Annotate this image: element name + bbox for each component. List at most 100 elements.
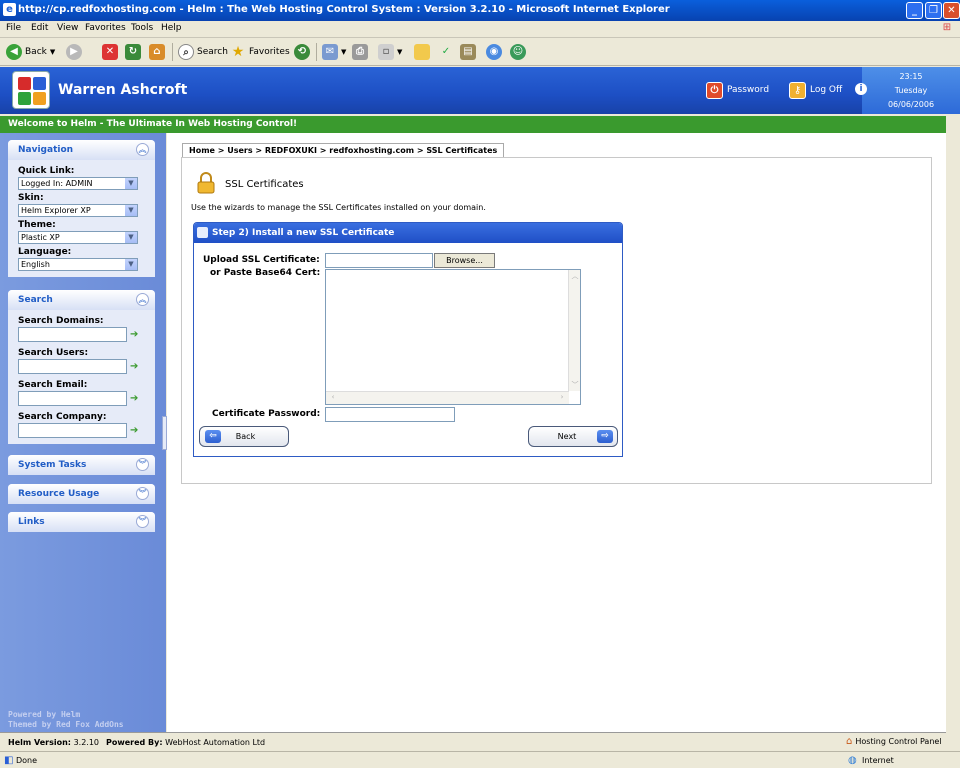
navigation-panel: Navigation ︽ Quick Link: Logged In: ADMI… bbox=[8, 140, 155, 277]
star-icon: ★ bbox=[231, 44, 245, 60]
ssl-wizard-panel: Step 2) Install a new SSL Certificate Up… bbox=[193, 222, 623, 457]
upload-cert-label: Upload SSL Certificate: bbox=[203, 255, 320, 265]
chevron-down-icon: ▼ bbox=[125, 259, 137, 270]
chevron-down-icon: ▼ bbox=[125, 205, 137, 216]
refresh-button[interactable]: ↻ bbox=[125, 43, 141, 61]
page-scrollbar[interactable] bbox=[946, 116, 960, 751]
favorites-button[interactable]: ★ Favorites bbox=[230, 43, 290, 61]
globe-icon: ◍ bbox=[848, 755, 857, 766]
people-icon: ☺ bbox=[510, 44, 526, 60]
language-label: Language: bbox=[18, 247, 72, 257]
app-header: Warren Ashcroft ⏻ Password ⚷ Log Off 23:… bbox=[0, 67, 960, 114]
info-icon[interactable]: i bbox=[855, 83, 867, 95]
wizard-icon bbox=[197, 227, 208, 238]
vertical-scrollbar[interactable]: ︿ ﹀ bbox=[568, 270, 580, 391]
go-arrow-icon[interactable]: ➔ bbox=[130, 329, 140, 340]
stop-button[interactable]: ✕ bbox=[102, 43, 118, 61]
menu-edit[interactable]: Edit bbox=[31, 23, 48, 33]
window-title: http://cp.redfoxhosting.com - Helm : The… bbox=[18, 4, 670, 15]
go-arrow-icon[interactable]: ➔ bbox=[130, 425, 140, 436]
menu-help[interactable]: Help bbox=[161, 23, 182, 33]
page-description: Use the wizards to manage the SSL Certif… bbox=[191, 203, 486, 212]
expand-icon[interactable]: ︾ bbox=[136, 487, 149, 500]
home-button[interactable]: ⌂ bbox=[149, 43, 165, 61]
history-button[interactable]: ⟲ bbox=[294, 43, 310, 61]
next-wizard-label: Next bbox=[557, 432, 577, 441]
version-label: Helm Version: bbox=[8, 738, 72, 747]
search-panel-header[interactable]: Search ︽ bbox=[8, 290, 155, 310]
research-icon: ▤ bbox=[460, 44, 476, 60]
forward-button[interactable]: ▶ bbox=[66, 43, 82, 61]
system-tasks-panel[interactable]: System Tasks ︾ bbox=[8, 455, 155, 475]
expand-icon[interactable]: ︾ bbox=[136, 515, 149, 528]
lock-icon bbox=[197, 172, 215, 194]
horizontal-scrollbar[interactable]: ‹ › bbox=[326, 391, 569, 404]
language-value: English bbox=[21, 260, 50, 269]
search-company-input[interactable] bbox=[18, 423, 127, 438]
back-label: Back bbox=[25, 47, 47, 57]
go-arrow-icon[interactable]: ➔ bbox=[130, 393, 140, 404]
next-wizard-button[interactable]: Next ⇨ bbox=[528, 426, 618, 447]
browser-status-bar: ◧ Done ◍ Internet bbox=[0, 751, 960, 768]
sidebar-credits: Powered by Helm Themed by Red Fox AddOns bbox=[8, 710, 124, 730]
maximize-button[interactable]: ❐ bbox=[925, 2, 942, 19]
home-icon: ⌂ bbox=[149, 44, 165, 60]
discuss-button[interactable] bbox=[414, 43, 430, 61]
stop-icon: ✕ bbox=[102, 44, 118, 60]
spellcheck-button[interactable]: ✓ bbox=[438, 43, 454, 61]
hosting-panel-link[interactable]: ⌂ Hosting Control Panel bbox=[846, 736, 942, 747]
dropdown-arrow-icon[interactable]: ▼ bbox=[50, 48, 55, 56]
app-footer: Helm Version: 3.2.10 Powered By: WebHost… bbox=[0, 732, 946, 751]
expand-icon[interactable]: ︾ bbox=[136, 458, 149, 471]
clock-date: 06/06/2006 bbox=[887, 100, 935, 109]
logoff-button[interactable]: ⚷ Log Off bbox=[789, 80, 842, 100]
chevron-down-icon: ▼ bbox=[125, 232, 137, 243]
arrow-left-icon: ⇦ bbox=[205, 430, 221, 443]
collapse-icon[interactable]: ︽ bbox=[136, 293, 149, 306]
mail-icon: ✉ bbox=[322, 44, 338, 60]
messenger-button[interactable]: ◉ bbox=[486, 43, 502, 61]
key-icon: ⚷ bbox=[789, 81, 806, 99]
ie-icon: e bbox=[3, 3, 16, 16]
contacts-button[interactable]: ☺ bbox=[510, 43, 526, 61]
upload-cert-file-input[interactable] bbox=[325, 253, 433, 268]
research-button[interactable]: ▤ bbox=[460, 43, 476, 61]
cert-password-input[interactable] bbox=[325, 407, 455, 422]
search-email-label: Search Email: bbox=[18, 380, 88, 390]
search-email-input[interactable] bbox=[18, 391, 127, 406]
menu-file[interactable]: File bbox=[6, 23, 21, 33]
search-users-input[interactable] bbox=[18, 359, 127, 374]
browse-button[interactable]: Browse... bbox=[434, 253, 495, 268]
themed-by-text: Themed by Red Fox AddOns bbox=[8, 720, 124, 729]
menu-favorites[interactable]: Favorites bbox=[85, 23, 126, 33]
mail-button[interactable]: ✉ ▼ bbox=[322, 43, 346, 61]
house-icon: ⌂ bbox=[846, 736, 853, 747]
back-button[interactable]: ◀ Back ▼ bbox=[6, 43, 55, 61]
navigation-title: Navigation bbox=[18, 145, 74, 155]
search-users-label: Search Users: bbox=[18, 348, 89, 358]
go-arrow-icon[interactable]: ➔ bbox=[130, 361, 140, 372]
links-panel[interactable]: Links ︾ bbox=[8, 512, 155, 532]
menu-tools[interactable]: Tools bbox=[131, 23, 153, 33]
print-button[interactable]: ⎙ bbox=[352, 43, 368, 61]
navigation-panel-header[interactable]: Navigation ︽ bbox=[8, 140, 155, 160]
skin-select[interactable]: Helm Explorer XP ▼ bbox=[18, 204, 138, 217]
back-arrow-icon: ◀ bbox=[6, 44, 22, 60]
collapse-icon[interactable]: ︽ bbox=[136, 143, 149, 156]
password-button[interactable]: ⏻ Password bbox=[706, 80, 769, 100]
search-button[interactable]: ⌕ Search bbox=[178, 43, 228, 61]
edit-button[interactable]: ▫ ▼ bbox=[378, 43, 402, 61]
powered-value: WebHost Automation Ltd bbox=[165, 738, 266, 747]
language-select[interactable]: English ▼ bbox=[18, 258, 138, 271]
back-wizard-button[interactable]: ⇦ Back bbox=[199, 426, 289, 447]
theme-select[interactable]: Plastic XP ▼ bbox=[18, 231, 138, 244]
search-label: Search bbox=[197, 47, 228, 57]
search-domains-input[interactable] bbox=[18, 327, 127, 342]
base64-cert-textarea[interactable]: ︿ ﹀ ‹ › bbox=[325, 269, 581, 405]
close-button[interactable]: ✕ bbox=[943, 2, 960, 19]
menu-view[interactable]: View bbox=[57, 23, 78, 33]
minimize-button[interactable]: _ bbox=[906, 2, 923, 19]
quick-link-select[interactable]: Logged In: ADMIN ▼ bbox=[18, 177, 138, 190]
page-done-icon: ◧ bbox=[4, 755, 14, 766]
resource-usage-panel[interactable]: Resource Usage ︾ bbox=[8, 484, 155, 504]
